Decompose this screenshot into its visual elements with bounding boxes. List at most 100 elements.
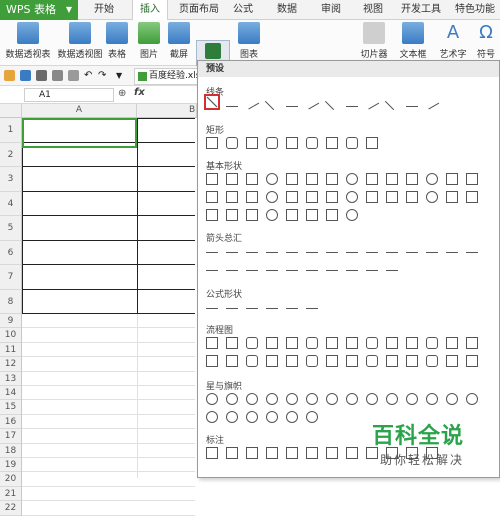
callout-shape[interactable]: [346, 447, 358, 459]
wps-app-button[interactable]: WPS 表格 ▼: [0, 0, 78, 20]
flowchart-shape[interactable]: [426, 355, 438, 367]
callout-shape[interactable]: [286, 447, 298, 459]
basic-shape[interactable]: [306, 209, 318, 221]
flowchart-shape[interactable]: [206, 355, 218, 367]
equation-shape[interactable]: [246, 301, 258, 309]
tab-data[interactable]: 数据: [272, 0, 302, 20]
flowchart-shape[interactable]: [306, 355, 318, 367]
arrow-shape[interactable]: [306, 263, 318, 271]
row-header[interactable]: 10: [0, 328, 22, 343]
row-header[interactable]: 14: [0, 386, 22, 401]
row-header[interactable]: 13: [0, 371, 22, 386]
callout-shape[interactable]: [226, 447, 238, 459]
line-shape[interactable]: [346, 99, 358, 107]
tab-view[interactable]: 视图: [358, 0, 388, 20]
sheet-row[interactable]: [22, 444, 195, 458]
flowchart-shape[interactable]: [226, 337, 238, 349]
tab-home[interactable]: 开始: [86, 0, 122, 20]
column-header-b[interactable]: B: [137, 104, 197, 118]
star-shape[interactable]: [246, 393, 258, 405]
star-shape[interactable]: [366, 393, 378, 405]
equation-shape[interactable]: [286, 301, 298, 309]
sheet-row[interactable]: [22, 343, 195, 358]
basic-shape[interactable]: [406, 173, 418, 185]
basic-shape[interactable]: [346, 191, 358, 203]
sheet-row[interactable]: [22, 400, 195, 415]
line-shape[interactable]: [244, 96, 260, 110]
basic-shape[interactable]: [286, 209, 298, 221]
row-header[interactable]: 9: [0, 314, 22, 329]
sheet-row[interactable]: [22, 501, 195, 516]
basic-shape[interactable]: [266, 173, 278, 185]
basic-shape[interactable]: [446, 191, 458, 203]
rectangle-shape[interactable]: [306, 137, 318, 149]
star-shape[interactable]: [286, 393, 298, 405]
row-header[interactable]: 1: [0, 118, 22, 143]
basic-shape[interactable]: [206, 173, 218, 185]
row-header[interactable]: 12: [0, 357, 22, 372]
row-header[interactable]: 17: [0, 429, 22, 444]
rectangle-shape[interactable]: [246, 137, 258, 149]
row-header[interactable]: 2: [0, 142, 22, 167]
star-shape[interactable]: [286, 411, 298, 423]
row-header[interactable]: 20: [0, 472, 22, 487]
row-header[interactable]: 21: [0, 486, 22, 502]
flowchart-shape[interactable]: [246, 337, 258, 349]
sheet-row[interactable]: [22, 429, 195, 444]
flowchart-shape[interactable]: [446, 355, 458, 367]
star-shape[interactable]: [206, 411, 218, 423]
basic-shape[interactable]: [466, 191, 478, 203]
print-preview-icon[interactable]: [52, 70, 63, 81]
chart-button[interactable]: 图表: [236, 20, 262, 60]
row-header[interactable]: 3: [0, 167, 22, 192]
arrow-shape[interactable]: [266, 263, 278, 271]
undo-icon[interactable]: ↶: [84, 70, 95, 81]
sheet-row[interactable]: [22, 487, 195, 502]
star-shape[interactable]: [266, 393, 278, 405]
flowchart-shape[interactable]: [266, 355, 278, 367]
line-shape[interactable]: [286, 99, 298, 107]
sheet-row[interactable]: [22, 386, 195, 401]
basic-shape[interactable]: [426, 191, 438, 203]
tab-formula[interactable]: 公式: [228, 0, 258, 20]
basic-shape[interactable]: [306, 173, 318, 185]
open-folder-icon[interactable]: [4, 70, 15, 81]
basic-shape[interactable]: [326, 173, 338, 185]
row-header[interactable]: 6: [0, 240, 22, 265]
star-shape[interactable]: [426, 393, 438, 405]
star-shape[interactable]: [206, 393, 218, 405]
arrow-shape[interactable]: [446, 245, 458, 253]
sheet-row[interactable]: [22, 458, 195, 473]
tab-special[interactable]: 特色功能: [450, 0, 500, 20]
arrow-shape[interactable]: [386, 245, 398, 253]
flowchart-shape[interactable]: [366, 337, 378, 349]
sheet-row[interactable]: [22, 241, 195, 265]
tab-insert[interactable]: 插入: [132, 0, 168, 21]
line-shape[interactable]: [264, 95, 280, 111]
basic-shape[interactable]: [406, 191, 418, 203]
line-shape[interactable]: [324, 95, 340, 111]
sheet-row[interactable]: [22, 372, 195, 386]
basic-shape[interactable]: [226, 173, 238, 185]
flowchart-shape[interactable]: [326, 355, 338, 367]
arrow-shape[interactable]: [226, 245, 238, 253]
equation-shape[interactable]: [266, 301, 278, 309]
basic-shape[interactable]: [446, 173, 458, 185]
line-shape[interactable]: [406, 99, 418, 107]
basic-shape[interactable]: [246, 173, 258, 185]
row-header[interactable]: 22: [0, 501, 22, 516]
tab-page-layout[interactable]: 页面布局: [174, 0, 224, 20]
row-header[interactable]: 4: [0, 191, 22, 216]
star-shape[interactable]: [306, 411, 318, 423]
flowchart-shape[interactable]: [386, 337, 398, 349]
flowchart-shape[interactable]: [446, 337, 458, 349]
column-header-a[interactable]: A: [22, 104, 137, 118]
flowchart-shape[interactable]: [466, 337, 478, 349]
flowchart-shape[interactable]: [406, 355, 418, 367]
callout-shape[interactable]: [306, 447, 318, 459]
basic-shape[interactable]: [326, 191, 338, 203]
arrow-shape[interactable]: [286, 245, 298, 253]
sheet-row[interactable]: [22, 265, 195, 290]
flowchart-shape[interactable]: [346, 355, 358, 367]
row-header[interactable]: 5: [0, 216, 22, 241]
